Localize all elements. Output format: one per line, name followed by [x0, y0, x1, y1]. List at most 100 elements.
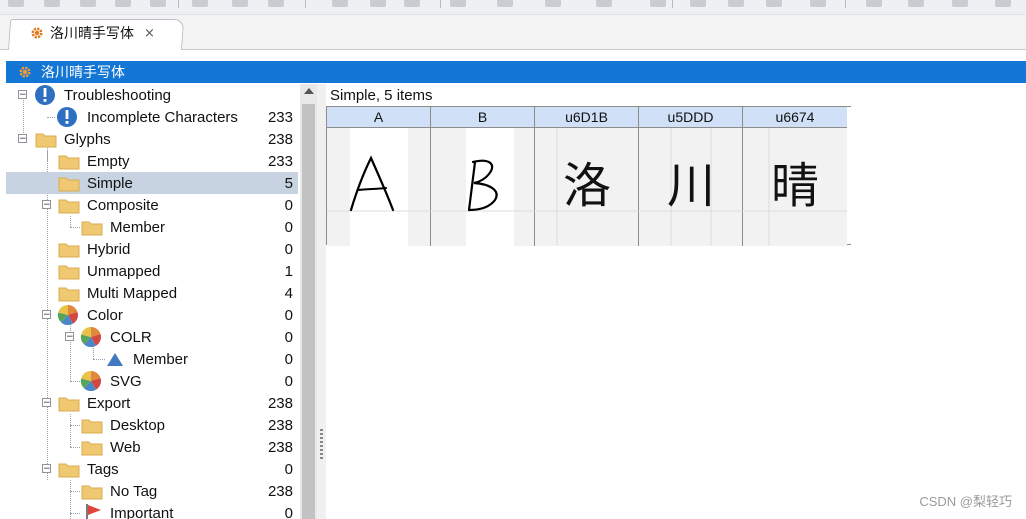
tree-item-desktop[interactable]: Desktop 238 — [6, 414, 298, 436]
tree-item-count: 238 — [267, 417, 293, 434]
tree-item-important[interactable]: Important 0 — [6, 502, 298, 519]
scroll-up-arrow-icon[interactable] — [304, 88, 314, 94]
toolbar-button[interactable] — [596, 0, 612, 7]
toolbar-button[interactable] — [728, 0, 744, 7]
tree-scrollbar[interactable] — [300, 84, 317, 519]
tree-item-count: 238 — [267, 439, 293, 456]
tree-item-color[interactable]: − Color 0 — [6, 304, 298, 326]
tree-item-label: Desktop — [110, 417, 166, 434]
toolbar-button[interactable] — [952, 0, 968, 7]
tree-item-hybrid[interactable]: Hybrid 0 — [6, 238, 298, 260]
collapse-toggle[interactable]: − — [42, 398, 51, 408]
tree-item-count: 0 — [284, 351, 293, 368]
folder-icon — [81, 485, 103, 500]
tree-item-count: 0 — [284, 373, 293, 390]
document-tab-content[interactable]: 洛川晴手写体 × — [30, 24, 155, 42]
folder-icon — [81, 441, 103, 456]
glyph-name: u5DDD — [639, 107, 742, 128]
pane-splitter[interactable] — [317, 84, 326, 519]
toolbar-button[interactable] — [8, 0, 24, 7]
tree-item-incomplete-characters[interactable]: Incomplete Characters 233 — [6, 106, 298, 128]
collapse-toggle[interactable]: − — [65, 332, 74, 342]
toolbar-button[interactable] — [810, 0, 826, 7]
folder-icon — [58, 177, 80, 192]
glyph-preview: 川 — [639, 128, 743, 246]
tree-item-unmapped[interactable]: Unmapped 1 — [6, 260, 298, 282]
tree-item-label: Important — [110, 505, 174, 519]
glyph-character: 洛 — [563, 158, 611, 214]
glyph-cell-B[interactable]: B — [431, 107, 535, 246]
toolbar-button[interactable] — [545, 0, 561, 7]
toolbar-button[interactable] — [232, 0, 248, 7]
glyph-grid: A B u6D1B 洛 u5DDD 川 u6674 晴 — [326, 106, 851, 246]
document-tab-title: 洛川晴手写体 — [50, 25, 134, 41]
glyph-cell-u6D1B[interactable]: u6D1B 洛 — [535, 107, 639, 246]
tree-item-count: 1 — [284, 263, 293, 280]
toolbar-button[interactable] — [908, 0, 924, 7]
toolbar-button[interactable] — [690, 0, 706, 7]
tree-item-count: 238 — [267, 131, 293, 148]
glyph-cell-A[interactable]: A — [327, 107, 431, 246]
glyph-character: 晴 — [771, 158, 819, 214]
collapse-toggle[interactable]: − — [18, 90, 27, 100]
tree-item-label: COLR — [110, 329, 152, 346]
tree-item-count: 0 — [284, 219, 293, 236]
tree-item-svg[interactable]: SVG 0 — [6, 370, 298, 392]
folder-icon — [58, 287, 80, 302]
collapse-toggle[interactable]: − — [42, 310, 51, 320]
tree-item-no-tag[interactable]: No Tag 238 — [6, 480, 298, 502]
tree-item-composite[interactable]: − Composite 0 — [6, 194, 298, 216]
tree-item-label: Simple — [87, 175, 133, 192]
tree-item-multi-mapped[interactable]: Multi Mapped 4 — [6, 282, 298, 304]
toolbar-button[interactable] — [404, 0, 420, 7]
toolbar-button[interactable] — [80, 0, 96, 7]
close-icon[interactable]: × — [144, 26, 155, 41]
toolbar-button[interactable] — [192, 0, 208, 7]
tree-item-glyphs[interactable]: − Glyphs 238 — [6, 128, 298, 150]
glyph-cell-u5DDD[interactable]: u5DDD 川 — [639, 107, 743, 246]
toolbar-button[interactable] — [370, 0, 386, 7]
tree-item-count: 4 — [284, 285, 293, 302]
tree-item-label: Troubleshooting — [64, 87, 172, 104]
toolbar-button[interactable] — [497, 0, 513, 7]
tree-item-count: 0 — [284, 307, 293, 324]
tree-item-web[interactable]: Web 238 — [6, 436, 298, 458]
tree-item-export[interactable]: − Export 238 — [6, 392, 298, 414]
glyph-drawing: 洛 — [535, 128, 639, 246]
folder-icon — [58, 397, 80, 412]
toolbar-button[interactable] — [332, 0, 348, 7]
tree-item-composite-member[interactable]: Member 0 — [6, 216, 298, 238]
tree-item-colr-member[interactable]: Member 0 — [6, 348, 298, 370]
tree-item-empty[interactable]: Empty 233 — [6, 150, 298, 172]
toolbar-button[interactable] — [995, 0, 1011, 7]
toolbar-button[interactable] — [766, 0, 782, 7]
pie-color-icon — [80, 370, 101, 392]
warning-info-icon — [57, 107, 77, 127]
toolbar-button[interactable] — [450, 0, 466, 7]
tree-item-tags[interactable]: − Tags 0 — [6, 458, 298, 480]
glyph-cell-u6674[interactable]: u6674 晴 — [743, 107, 847, 246]
tree-item-troubleshooting[interactable]: − Troubleshooting — [6, 84, 298, 106]
tree-item-simple[interactable]: Simple 5 — [6, 172, 298, 194]
glyph-tree: − Troubleshooting Incomplete Characters … — [6, 84, 298, 519]
tree-item-label: Unmapped — [87, 263, 161, 280]
collapse-toggle[interactable]: − — [18, 134, 27, 144]
toolbar-button[interactable] — [866, 0, 882, 7]
tree-item-label: Composite — [87, 197, 159, 214]
scrollbar-thumb[interactable] — [302, 104, 315, 519]
folder-icon — [58, 463, 80, 478]
tree-item-label: Incomplete Characters — [87, 109, 238, 126]
collapse-toggle[interactable]: − — [42, 464, 51, 474]
toolbar-button[interactable] — [115, 0, 131, 7]
toolbar-button[interactable] — [650, 0, 666, 7]
collapse-toggle[interactable]: − — [42, 200, 51, 210]
tree-item-count: 233 — [267, 153, 293, 170]
toolbar-button[interactable] — [44, 0, 60, 7]
tree-item-label: Color — [87, 307, 123, 324]
tree-item-count: 5 — [284, 175, 293, 192]
tree-item-colr[interactable]: − COLR 0 — [6, 326, 298, 348]
toolbar-button[interactable] — [268, 0, 284, 7]
gear-icon — [19, 66, 31, 78]
folder-icon — [81, 221, 103, 236]
toolbar-button[interactable] — [150, 0, 166, 7]
